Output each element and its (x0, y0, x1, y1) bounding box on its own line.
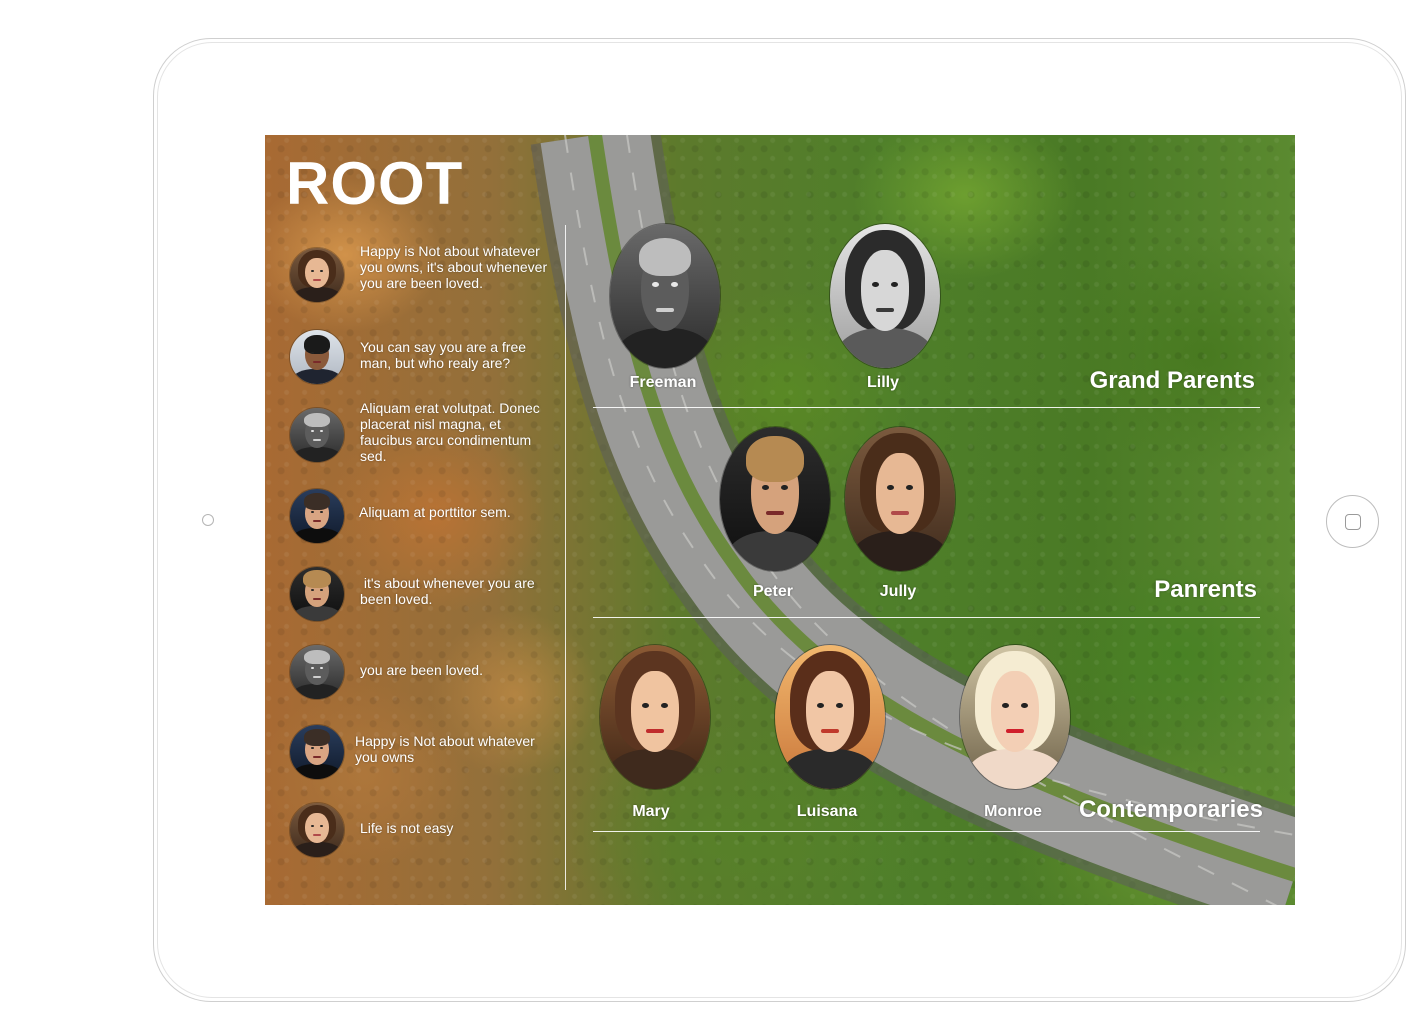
avatar-man-tuxedo[interactable] (289, 488, 345, 544)
portrait-luisana[interactable] (775, 645, 885, 789)
portrait-mary[interactable] (600, 645, 710, 789)
member-name: Monroe (984, 803, 1042, 820)
home-button[interactable] (1326, 495, 1379, 548)
member-name: Peter (752, 583, 794, 600)
generation-divider (593, 407, 1260, 408)
square-icon (1344, 513, 1361, 530)
portrait-freeman[interactable] (610, 224, 720, 368)
app-screen: ROOT Happy is Not about whatever you own… (265, 135, 1295, 905)
vertical-divider (565, 225, 566, 890)
generation-label: Panrents (1154, 576, 1257, 603)
portrait-peter[interactable] (720, 427, 830, 571)
message-text: it's about whenever you are been loved. (360, 575, 539, 607)
message-item[interactable]: You can say you are a free man, but who … (289, 329, 549, 385)
message-text: Life is not easy (360, 820, 454, 836)
avatar-man-elder[interactable] (289, 644, 345, 700)
message-text: you are been loved. (360, 662, 483, 678)
member-name: Mary (632, 803, 670, 820)
message-item[interactable]: you are been loved. (289, 644, 549, 700)
message-item[interactable]: Aliquam at porttitor sem. (289, 488, 549, 544)
portrait-monroe[interactable] (960, 645, 1070, 789)
message-text: Aliquam at porttitor sem. (359, 504, 511, 520)
avatar-man-tuxedo[interactable] (289, 724, 345, 780)
message-item[interactable]: Life is not easy (289, 802, 549, 858)
message-item[interactable]: Aliquam erat volutpat. Donec placerat ni… (289, 400, 549, 464)
message-text: You can say you are a free man, but who … (360, 339, 527, 371)
message-text: Aliquam erat volutpat. Donec placerat ni… (360, 400, 540, 464)
camera-icon (202, 514, 214, 526)
generation-divider (593, 831, 1260, 832)
message-text: Happy is Not about whatever you owns, it… (360, 243, 548, 291)
message-item[interactable]: it's about whenever you are been loved. (289, 566, 549, 622)
member-name: Lilly (866, 374, 899, 391)
portrait-lilly[interactable] (830, 224, 940, 368)
generation-label: Grand Parents (1089, 367, 1255, 394)
portrait-jully[interactable] (845, 427, 955, 571)
avatar-man-suit[interactable] (289, 329, 345, 385)
member-name: Freeman (629, 374, 697, 391)
generation-label: Contemporaries (1078, 796, 1263, 823)
message-item[interactable]: Happy is Not about whatever you owns (289, 724, 549, 780)
message-item[interactable]: Happy is Not about whatever you owns, it… (289, 243, 549, 303)
avatar-man-blond[interactable] (289, 566, 345, 622)
member-name: Jully (879, 583, 917, 600)
member-name: Luisana (796, 803, 858, 820)
message-text: Happy is Not about whatever you owns (355, 733, 535, 765)
page-title: ROOT (286, 150, 464, 217)
avatar-woman-brunette[interactable] (289, 802, 345, 858)
avatar-man-elder[interactable] (289, 407, 345, 463)
generation-divider (593, 617, 1260, 618)
avatar-woman-brunette[interactable] (289, 247, 345, 303)
